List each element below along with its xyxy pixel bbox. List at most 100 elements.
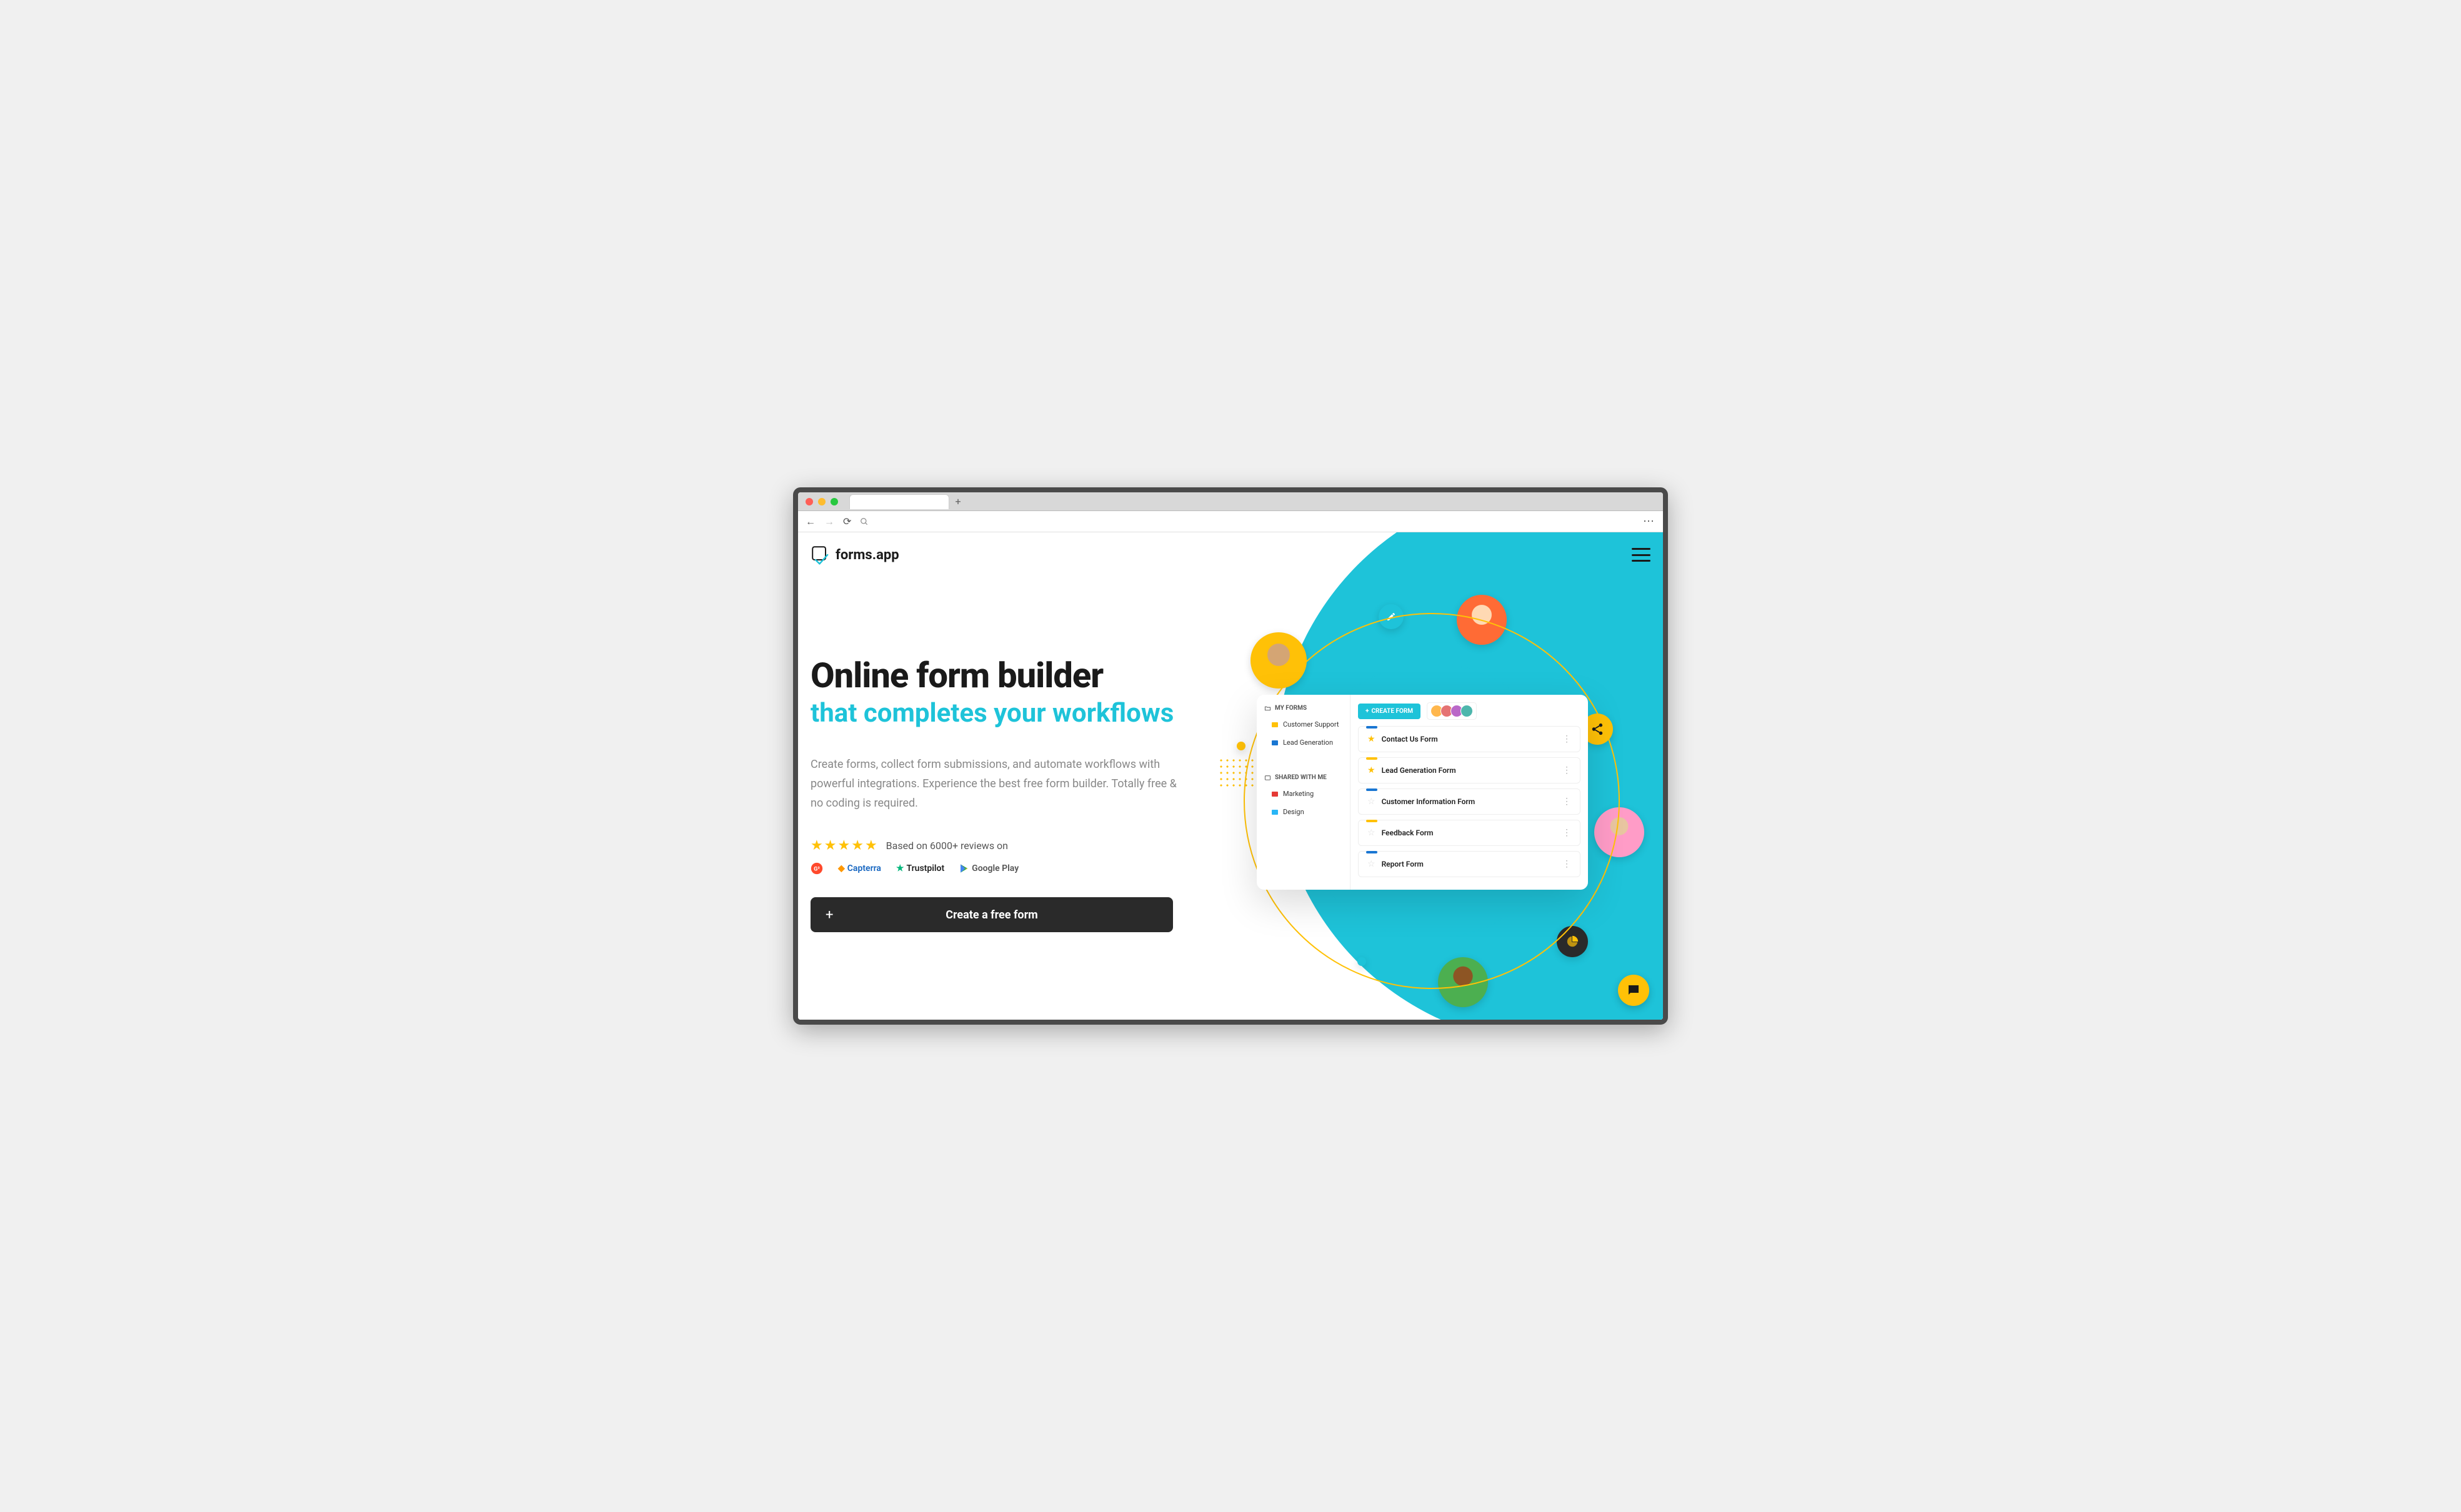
logo-icon xyxy=(811,545,831,565)
logo[interactable]: forms.app xyxy=(811,545,899,565)
star-icon: ★ xyxy=(837,838,850,853)
browser-tab[interactable] xyxy=(849,494,949,509)
edit-bubble xyxy=(1379,604,1404,629)
sidebar-heading-my-forms: MY FORMS xyxy=(1257,701,1350,715)
form-row[interactable]: ☆ Report Form ⋮ xyxy=(1358,851,1580,877)
avatar-bubble xyxy=(1594,807,1644,857)
chat-widget-button[interactable] xyxy=(1618,975,1649,1006)
app-preview-card: MY FORMS Customer SupportLead Generation… xyxy=(1257,695,1588,890)
sidebar-folder[interactable]: Customer Support xyxy=(1257,715,1350,734)
svg-text:G²: G² xyxy=(814,867,820,873)
row-color-bar xyxy=(1366,757,1377,760)
tab-strip: + xyxy=(849,494,963,509)
forward-button: → xyxy=(824,515,834,528)
row-more-button[interactable]: ⋮ xyxy=(1562,828,1571,838)
plus-icon: + xyxy=(1365,708,1369,715)
collaborator-avatars xyxy=(1427,702,1477,720)
minimize-window-button[interactable] xyxy=(818,498,826,505)
titlebar: + xyxy=(798,492,1663,511)
brand-trustpilot[interactable]: ★Trustpilot xyxy=(896,863,944,873)
form-row[interactable]: ☆ Customer Information Form ⋮ xyxy=(1358,788,1580,815)
form-title: Customer Information Form xyxy=(1382,797,1475,806)
row-more-button[interactable]: ⋮ xyxy=(1562,734,1571,744)
brand-g2[interactable]: G² xyxy=(811,862,823,875)
row-color-bar xyxy=(1366,820,1377,822)
browser-menu-button[interactable]: ⋯ xyxy=(1643,515,1655,528)
avatar-bubble xyxy=(1438,957,1488,1007)
folder-icon xyxy=(1272,792,1278,797)
preview-main: + CREATE FORM ★ Contact Us Form ⋮ ★ Lead Gen… xyxy=(1350,695,1588,890)
star-rating: ★ ★ ★ ★ ★ xyxy=(811,838,877,853)
browser-window: + ← → ⟳ ⋯ forms.app Online form builder … xyxy=(793,487,1668,1025)
close-window-button[interactable] xyxy=(806,498,813,505)
logo-text: forms.app xyxy=(836,547,899,563)
star-icon[interactable]: ★ xyxy=(1367,734,1375,744)
star-icon[interactable]: ☆ xyxy=(1367,859,1375,869)
form-row[interactable]: ★ Contact Us Form ⋮ xyxy=(1358,726,1580,752)
sidebar-heading-shared: SHARED WITH ME xyxy=(1257,770,1350,785)
hero-section: Online form builder that completes your … xyxy=(811,657,1186,932)
pie-chart-icon xyxy=(1565,935,1579,948)
menu-button[interactable] xyxy=(1632,548,1650,562)
share-icon xyxy=(1590,722,1604,736)
row-more-button[interactable]: ⋮ xyxy=(1562,765,1571,775)
sidebar-folder[interactable]: Design xyxy=(1257,803,1350,821)
star-icon: ★ xyxy=(824,838,837,853)
sidebar-folder[interactable]: Marketing xyxy=(1257,785,1350,803)
reload-button[interactable]: ⟳ xyxy=(843,515,851,527)
page-content: forms.app Online form builder that compl… xyxy=(798,532,1663,1020)
form-row[interactable]: ★ Lead Generation Form ⋮ xyxy=(1358,757,1580,783)
star-icon[interactable]: ★ xyxy=(1367,765,1375,775)
brand-google-play[interactable]: Google Play xyxy=(959,863,1019,873)
plus-icon: + xyxy=(826,907,833,923)
sidebar-folder[interactable]: Lead Generation xyxy=(1257,734,1350,752)
back-button[interactable]: ← xyxy=(806,515,816,528)
create-form-button[interactable]: + CREATE FORM xyxy=(1358,704,1420,719)
avatar-bubble xyxy=(1457,595,1507,645)
form-title: Contact Us Form xyxy=(1382,735,1438,744)
rating-row: ★ ★ ★ ★ ★ Based on 6000+ reviews on xyxy=(811,838,1186,853)
form-title: Feedback Form xyxy=(1382,828,1434,837)
row-color-bar xyxy=(1366,726,1377,729)
folder-icon xyxy=(1272,722,1278,727)
avatar xyxy=(1460,705,1473,717)
form-title: Report Form xyxy=(1382,860,1424,868)
star-icon: ★ xyxy=(811,838,823,853)
hero-title-primary: Online form builder xyxy=(811,657,1186,694)
address-bar[interactable] xyxy=(860,515,1634,529)
review-brands: G² ◆Capterra ★Trustpilot Google Play xyxy=(811,862,1186,875)
rating-text: Based on 6000+ reviews on xyxy=(886,840,1008,852)
search-icon xyxy=(860,517,869,526)
play-icon xyxy=(959,863,969,873)
avatar-bubble xyxy=(1250,632,1307,689)
brand-capterra[interactable]: ◆Capterra xyxy=(838,863,881,873)
star-icon[interactable]: ☆ xyxy=(1367,828,1375,838)
g2-icon: G² xyxy=(811,862,823,875)
orbit-dot xyxy=(1237,742,1245,750)
shared-icon xyxy=(1264,774,1271,781)
hero-description: Create forms, collect form submissions, … xyxy=(811,755,1186,813)
folder-open-icon xyxy=(1264,705,1271,712)
dot-pattern xyxy=(1218,757,1255,788)
row-more-button[interactable]: ⋮ xyxy=(1562,859,1571,869)
pencil-icon xyxy=(1386,612,1396,622)
create-free-form-button[interactable]: + Create a free form xyxy=(811,897,1173,932)
row-color-bar xyxy=(1366,788,1377,791)
preview-sidebar: MY FORMS Customer SupportLead Generation… xyxy=(1257,695,1350,890)
folder-icon xyxy=(1272,740,1278,745)
form-title: Lead Generation Form xyxy=(1382,766,1456,775)
row-more-button[interactable]: ⋮ xyxy=(1562,797,1571,807)
star-icon: ★ xyxy=(865,838,877,853)
star-icon[interactable]: ☆ xyxy=(1367,797,1375,807)
row-color-bar xyxy=(1366,851,1377,853)
orbit-dot xyxy=(1357,957,1366,966)
browser-toolbar: ← → ⟳ ⋯ xyxy=(798,511,1663,532)
site-header: forms.app xyxy=(811,545,1650,565)
star-icon: ★ xyxy=(851,838,864,853)
preview-header: + CREATE FORM xyxy=(1358,702,1580,720)
new-tab-button[interactable]: + xyxy=(953,497,963,507)
folder-icon xyxy=(1272,810,1278,815)
maximize-window-button[interactable] xyxy=(831,498,838,505)
chat-icon xyxy=(1626,983,1641,998)
form-row[interactable]: ☆ Feedback Form ⋮ xyxy=(1358,820,1580,846)
